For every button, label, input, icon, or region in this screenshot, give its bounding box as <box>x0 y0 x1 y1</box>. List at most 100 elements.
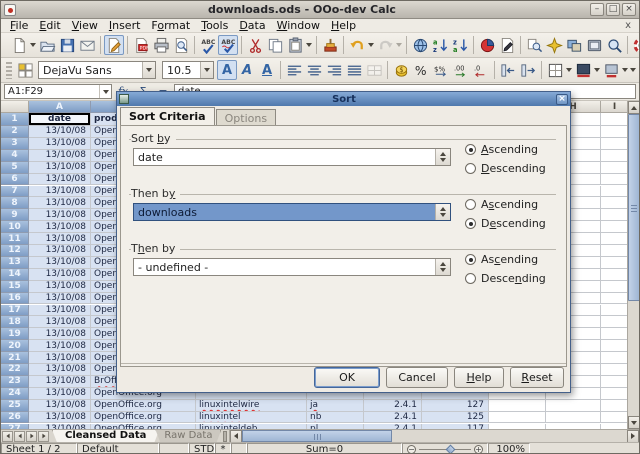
cell-I20[interactable] <box>601 340 629 352</box>
cell-A4[interactable]: 13/10/08 <box>29 150 91 162</box>
cell-A22[interactable]: 13/10/08 <box>29 364 91 376</box>
menu-view[interactable]: View <box>67 19 103 32</box>
last-sheet-button[interactable] <box>38 431 49 442</box>
sort-field-combo-3[interactable]: - undefined - <box>133 258 451 276</box>
cell-I25[interactable] <box>601 400 629 412</box>
italic-icon[interactable]: A <box>237 60 257 80</box>
bold-icon[interactable]: A <box>217 60 237 80</box>
cell-I4[interactable] <box>601 150 629 162</box>
menu-insert[interactable]: Insert <box>104 19 146 32</box>
borders-dropdown-icon[interactable] <box>565 60 573 80</box>
paste-dropdown-icon[interactable] <box>305 35 313 55</box>
cell-A8[interactable]: 13/10/08 <box>29 197 91 209</box>
cell-D26[interactable]: nb <box>307 412 364 424</box>
cell-I9[interactable] <box>601 209 629 221</box>
format-paintbrush-icon[interactable] <box>320 35 340 55</box>
cell-A3[interactable]: 13/10/08 <box>29 138 91 150</box>
row-header-12[interactable]: 12 <box>1 245 29 257</box>
cell-E25[interactable]: 2.4.1 <box>364 400 422 412</box>
row-header-3[interactable]: 3 <box>1 138 29 150</box>
dialog-close-icon[interactable]: × <box>556 94 568 105</box>
help-icon[interactable] <box>631 35 640 55</box>
toolbar-overflow-dropdown-icon[interactable] <box>629 60 637 80</box>
cell-A21[interactable]: 13/10/08 <box>29 352 91 364</box>
cell-A10[interactable]: 13/10/08 <box>29 221 91 233</box>
font-color-icon[interactable] <box>601 60 621 80</box>
combo-spin-icon[interactable] <box>435 149 450 165</box>
scroll-up-button[interactable] <box>628 101 640 114</box>
row-header-7[interactable]: 7 <box>1 186 29 198</box>
export-pdf-icon[interactable]: PDF <box>131 35 151 55</box>
borders-icon[interactable] <box>545 60 565 80</box>
first-sheet-button[interactable] <box>2 431 13 442</box>
new-document-icon[interactable] <box>9 35 29 55</box>
cell-I24[interactable] <box>601 388 629 400</box>
delete-decimal-icon[interactable]: .0 <box>471 60 491 80</box>
cell-I17[interactable] <box>601 305 629 317</box>
cell-I5[interactable] <box>601 162 629 174</box>
row-header-18[interactable]: 18 <box>1 316 29 328</box>
align-center-icon[interactable] <box>304 60 324 80</box>
menu-file[interactable]: File <box>5 19 33 32</box>
redo-dropdown-icon[interactable] <box>395 35 403 55</box>
sort-field-combo-1[interactable]: date <box>133 148 451 166</box>
cell-I23[interactable] <box>601 376 629 388</box>
cell-A20[interactable]: 13/10/08 <box>29 340 91 352</box>
cell-I13[interactable] <box>601 257 629 269</box>
cancel-button[interactable]: Cancel <box>386 367 448 388</box>
chevron-down-icon[interactable] <box>142 62 155 78</box>
zoom-out-icon[interactable]: − <box>407 445 416 454</box>
cell-C26[interactable]: linuxintel <box>196 412 307 424</box>
dialog-tab-sort-criteria[interactable]: Sort Criteria <box>120 107 215 125</box>
status-insert-mode[interactable]: STD <box>189 443 215 454</box>
background-color-dropdown-icon[interactable] <box>593 60 601 80</box>
tab-splitter-handle[interactable] <box>223 431 227 442</box>
cell-D25[interactable]: ja <box>307 400 364 412</box>
cell-A6[interactable]: 13/10/08 <box>29 174 91 186</box>
chevron-down-icon[interactable] <box>99 85 111 98</box>
zoom-in-icon[interactable]: + <box>474 445 483 454</box>
cell-I1[interactable] <box>601 113 629 126</box>
row-header-19[interactable]: 19 <box>1 328 29 340</box>
cell-A2[interactable]: 13/10/08 <box>29 126 91 138</box>
cell-I6[interactable] <box>601 174 629 186</box>
cell-B26[interactable]: OpenOffice.org <box>91 412 196 424</box>
zoom-slider[interactable]: − + <box>402 443 488 454</box>
cell-I11[interactable] <box>601 233 629 245</box>
scroll-left-button[interactable] <box>230 430 242 443</box>
cell-H26[interactable] <box>546 412 601 424</box>
row-header-14[interactable]: 14 <box>1 269 29 281</box>
currency-icon[interactable]: $ <box>391 60 411 80</box>
zoom-track[interactable] <box>419 449 471 450</box>
row-header-13[interactable]: 13 <box>1 257 29 269</box>
auto-spellcheck-icon[interactable]: ABC <box>218 35 238 55</box>
cell-A15[interactable]: 13/10/08 <box>29 281 91 293</box>
ok-button[interactable]: OK <box>314 367 380 388</box>
font-name-combo[interactable]: DejaVu Sans <box>38 61 156 79</box>
help-button[interactable]: Help <box>454 367 504 388</box>
open-icon[interactable] <box>37 35 57 55</box>
cell-G25[interactable] <box>489 400 546 412</box>
sheet-tab-raw-data[interactable]: Raw Data <box>155 430 221 443</box>
percent-icon[interactable]: % <box>411 60 431 80</box>
cell-I7[interactable] <box>601 186 629 198</box>
ascending-radio-3[interactable]: Ascending <box>465 253 538 266</box>
cell-A1[interactable]: date <box>29 113 91 126</box>
cell-A25[interactable]: 13/10/08 <box>29 400 91 412</box>
print-icon[interactable] <box>151 35 171 55</box>
row-header-11[interactable]: 11 <box>1 233 29 245</box>
cell-I12[interactable] <box>601 245 629 257</box>
merge-cells-icon[interactable] <box>364 60 384 80</box>
cell-I14[interactable] <box>601 269 629 281</box>
toolbar-grip[interactable] <box>6 62 12 79</box>
paste-icon[interactable] <box>285 35 305 55</box>
minimize-button[interactable]: – <box>590 3 604 16</box>
menu-data[interactable]: Data <box>234 19 270 32</box>
show-draw-functions-icon[interactable] <box>497 35 517 55</box>
sort-field-combo-2[interactable]: downloads <box>133 203 451 221</box>
status-sum[interactable]: Sum=0 <box>247 443 402 454</box>
cell-I16[interactable] <box>601 293 629 305</box>
page-preview-icon[interactable] <box>171 35 191 55</box>
cell-I15[interactable] <box>601 281 629 293</box>
cut-icon[interactable] <box>245 35 265 55</box>
